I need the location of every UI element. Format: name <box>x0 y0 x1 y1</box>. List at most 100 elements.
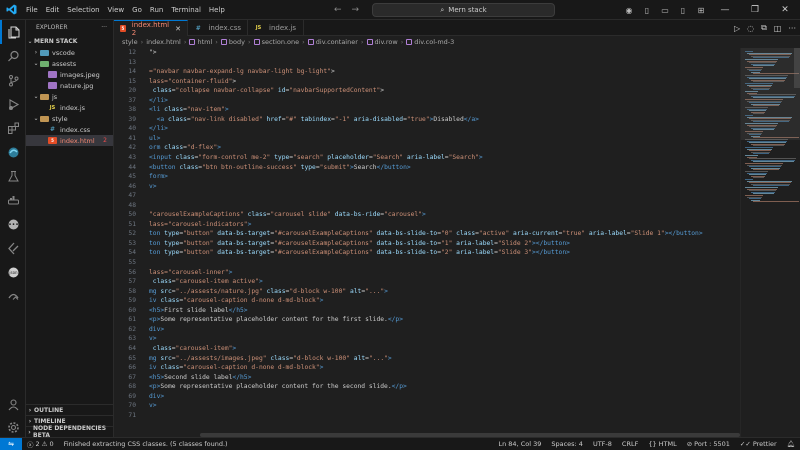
search-view-icon[interactable] <box>0 44 26 68</box>
split-editor-icon[interactable]: ◫ <box>774 24 782 33</box>
code-line[interactable]: 59 iv class="carousel-caption d-none d-md… <box>114 296 740 306</box>
code-line[interactable]: 42 orm class="d-flex"> <box>114 143 740 153</box>
open-changes-icon[interactable]: ◌ <box>747 24 754 33</box>
code-line[interactable]: 40 </li> <box>114 124 740 134</box>
code-line[interactable]: 53 ton type="button" data-bs-target="#car… <box>114 239 740 249</box>
code-line[interactable]: 68 <p>Some representative placeholder con… <box>114 382 740 392</box>
manage-gear-icon[interactable] <box>0 415 26 439</box>
minimize-button[interactable]: — <box>710 0 740 20</box>
code-editor[interactable]: 12 "> 13 14 ="navbar navbar-expand-lg navbar… <box>114 48 740 433</box>
code-line[interactable]: 60 <h5>First slide label</h5> <box>114 306 740 316</box>
code-line[interactable]: 47 <box>114 191 740 201</box>
tree-item-index-js[interactable]: JS index.js <box>26 102 113 113</box>
language-mode[interactable]: {} HTML <box>643 440 681 448</box>
back-arrow-icon[interactable]: ← <box>334 5 342 15</box>
close-window-button[interactable]: ✕ <box>770 0 800 20</box>
close-tab-icon[interactable]: ✕ <box>175 25 181 33</box>
code-line[interactable]: 44 <button class="btn btn-outline-success… <box>114 163 740 173</box>
breadcrumb-item[interactable]: index.html <box>146 38 181 46</box>
extensions-icon[interactable] <box>0 116 26 140</box>
live-share-icon[interactable] <box>0 284 26 308</box>
code-line[interactable]: 14 ="navbar navbar-expand-lg navbar-light… <box>114 67 740 77</box>
menu-help[interactable]: Help <box>205 0 229 20</box>
code-line[interactable]: 52 ton type="button" data-bs-target="#car… <box>114 229 740 239</box>
json-server-icon[interactable]: json <box>0 260 26 284</box>
breadcrumb-item[interactable]: div.container <box>307 38 358 46</box>
workspace-root[interactable]: ⌄ MERN STACK <box>26 36 113 47</box>
code-line[interactable]: 70 v> <box>114 401 740 411</box>
menu-run[interactable]: Run <box>146 0 167 20</box>
run-and-debug-icon[interactable] <box>0 92 26 116</box>
remote-indicator-icon[interactable]: ⇋ <box>0 437 22 450</box>
toggle-secondary-sidebar-icon[interactable]: ▯ <box>674 0 692 20</box>
forward-arrow-icon[interactable]: → <box>352 5 360 15</box>
code-line[interactable]: 43 <input class="form-control me-2" type=… <box>114 153 740 163</box>
menu-selection[interactable]: Selection <box>63 0 103 20</box>
copilot-icon[interactable]: ◉ <box>620 0 638 20</box>
code-line[interactable]: 71 <box>114 411 740 421</box>
encoding[interactable]: UTF-8 <box>588 440 617 448</box>
minimap[interactable] <box>740 48 800 437</box>
menu-terminal[interactable]: Terminal <box>167 0 205 20</box>
cursor-position[interactable]: Ln 84, Col 39 <box>493 440 546 448</box>
tree-item-assests[interactable]: ⌄ assests <box>26 58 113 69</box>
code-line[interactable]: 64 class="carousel-item"> <box>114 344 740 354</box>
more-actions-icon[interactable]: ··· <box>788 24 796 33</box>
command-center-search[interactable]: ⌕ Mern stack <box>372 3 555 17</box>
toggle-primary-sidebar-icon[interactable]: ▯ <box>638 0 656 20</box>
code-line[interactable]: 54 ton type="button" data-bs-target="#car… <box>114 248 740 258</box>
breadcrumb-item[interactable]: html <box>189 38 212 46</box>
problems-indicator[interactable]: ⓧ 2 ⚠ 0 <box>22 439 59 449</box>
tab-index-css[interactable]: # index.css <box>188 20 248 36</box>
end-of-line[interactable]: CRLF <box>617 440 643 448</box>
edge-devtools-icon[interactable] <box>0 140 26 164</box>
code-line[interactable]: 12 "> <box>114 48 740 58</box>
code-line[interactable]: 55 <box>114 258 740 268</box>
tab-index-html[interactable]: 5 index.html 2 ✕ <box>114 20 188 37</box>
more-actions-icon[interactable]: ··· <box>101 20 107 36</box>
code-line[interactable]: 62 div> <box>114 325 740 335</box>
explorer-icon[interactable] <box>0 20 26 44</box>
flutter-icon[interactable] <box>0 236 26 260</box>
code-line[interactable]: 56 lass="carousel-inner"> <box>114 268 740 278</box>
breadcrumb-item[interactable]: div.col-md-3 <box>406 38 454 46</box>
menu-file[interactable]: File <box>22 0 42 20</box>
menu-view[interactable]: View <box>104 0 129 20</box>
tree-item-images-jpeg[interactable]: images.jpeg <box>26 69 113 80</box>
tree-item-index-css[interactable]: # index.css <box>26 124 113 135</box>
code-line[interactable]: 57 class="carousel-item active"> <box>114 277 740 287</box>
vertical-scrollbar[interactable] <box>794 48 800 88</box>
indentation[interactable]: Spaces: 4 <box>546 440 588 448</box>
tree-item-js[interactable]: ⌄ js <box>26 91 113 102</box>
docker-icon[interactable] <box>0 188 26 212</box>
code-line[interactable]: 66 iv class="carousel-caption d-none d-md… <box>114 363 740 373</box>
breadcrumb-item[interactable]: style <box>122 38 138 46</box>
preview-icon[interactable]: ⧉ <box>761 23 767 33</box>
tree-item-vscode[interactable]: › vscode <box>26 47 113 58</box>
source-control-icon[interactable] <box>0 68 26 92</box>
customize-layout-icon[interactable]: ⊞ <box>692 0 710 20</box>
menu-edit[interactable]: Edit <box>42 0 64 20</box>
code-line[interactable]: 61 <p>Some representative placeholder con… <box>114 315 740 325</box>
tree-item-style[interactable]: ⌄ style <box>26 113 113 124</box>
code-line[interactable]: 13 <box>114 58 740 68</box>
code-line[interactable]: 51 lass="carousel-indicators"> <box>114 220 740 230</box>
code-line[interactable]: 39 <a class="nav-link disabled" href="#"… <box>114 115 740 125</box>
tab-index-js[interactable]: JS index.js <box>248 20 304 36</box>
code-line[interactable]: 50 "carouselExampleCaptions" class="carou… <box>114 210 740 220</box>
code-line[interactable]: 63 v> <box>114 334 740 344</box>
code-line[interactable]: 38 <li class="nav-item"> <box>114 105 740 115</box>
run-icon[interactable]: ▷ <box>734 24 740 33</box>
breadcrumb-item[interactable]: div.row <box>366 38 398 46</box>
code-line[interactable]: 15 lass="container-fluid"> <box>114 77 740 87</box>
outline-section[interactable]: › OUTLINE <box>26 404 113 415</box>
code-line[interactable]: 67 <h5>Second slide label</h5> <box>114 373 740 383</box>
toggle-panel-icon[interactable]: ▭ <box>656 0 674 20</box>
code-line[interactable]: 58 mg src="../assests/nature.jpg" class="… <box>114 287 740 297</box>
code-line[interactable]: 46 v> <box>114 182 740 192</box>
code-line[interactable]: 69 div> <box>114 392 740 402</box>
code-line[interactable]: 48 <box>114 201 740 211</box>
chat-extension-icon[interactable]: ••• <box>0 212 26 236</box>
tree-item-index-html[interactable]: 5 index.html 2 <box>26 135 113 146</box>
accounts-icon[interactable] <box>0 392 26 416</box>
